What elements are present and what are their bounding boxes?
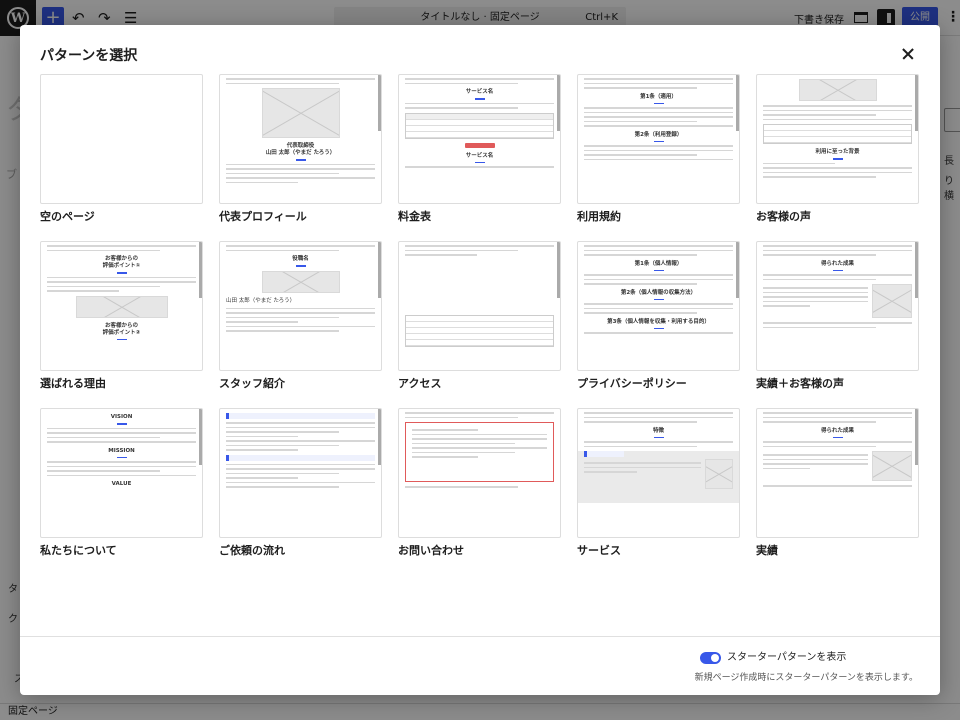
pattern-label: アクセス: [398, 377, 442, 390]
pattern-thumbnail: 得られた成果: [756, 241, 919, 371]
pattern-card-contact[interactable]: お問い合わせ: [398, 408, 561, 563]
pattern-thumbnail: 利用に至った背景: [756, 74, 919, 204]
pattern-label: サービス: [577, 544, 621, 557]
pattern-label: スタッフ紹介: [219, 377, 285, 390]
pattern-label: プライバシーポリシー: [577, 377, 687, 390]
thumb-heading: VALUE: [111, 481, 132, 487]
thumb-heading: お客様からの 評価ポイント②: [102, 322, 141, 336]
pattern-thumbnail: お客様からの 評価ポイント① お客様からの 評価ポイント②: [40, 241, 203, 371]
starter-pattern-help-text: 新規ページ作成時にスターターパターンを表示します。: [694, 673, 918, 683]
thumb-heading: 利用に至った背景: [815, 149, 860, 155]
pattern-card-results[interactable]: 得られた成果 実績: [756, 408, 919, 563]
thumb-heading: サービス名: [465, 89, 494, 95]
image-placeholder: [705, 459, 733, 489]
pattern-card-reasons[interactable]: お客様からの 評価ポイント① お客様からの 評価ポイント② 選ばれる理由: [40, 241, 203, 396]
pattern-label: お問い合わせ: [398, 544, 464, 557]
pattern-thumbnail: [398, 241, 561, 371]
pattern-thumbnail: [40, 74, 203, 204]
pattern-label: 代表プロフィール: [219, 210, 307, 223]
thumb-heading: 第3条（個人情報を収集・利用する目的）: [607, 318, 710, 325]
pattern-thumbnail: VISION MISSION VALUE: [40, 408, 203, 538]
thumb-heading: 代表取締役 山田 太郎（やまだ たろう）: [265, 143, 336, 156]
image-placeholder: [261, 88, 340, 138]
pattern-card-privacy[interactable]: 第1条（個人情報） 第2条（個人情報の収集方法） 第3条（個人情報を収集・利用す…: [577, 241, 740, 396]
image-placeholder: [261, 270, 340, 293]
pattern-grid: 空のページ 代表取締役 山田 太郎（やまだ たろう） 代表プロフィール サービス…: [40, 74, 920, 563]
thumb-heading: 第1条（適用）: [640, 93, 677, 100]
image-placeholder: [872, 284, 912, 318]
image-placeholder: [75, 295, 168, 318]
pattern-label: 利用規約: [577, 210, 621, 223]
pattern-label: 料金表: [398, 210, 431, 223]
pattern-thumbnail: [398, 408, 561, 538]
footer-divider: [20, 636, 940, 637]
thumb-heading: 役職名: [292, 256, 309, 262]
button-placeholder: [464, 142, 495, 148]
pattern-thumbnail: サービス名 サービス名: [398, 74, 561, 204]
pattern-thumbnail: 代表取締役 山田 太郎（やまだ たろう）: [219, 74, 382, 204]
pattern-card-staff[interactable]: 役職名 山田 太郎（やまだ たろう） スタッフ紹介: [219, 241, 382, 396]
starter-pattern-toggle[interactable]: [700, 652, 721, 664]
thumb-heading: お客様からの 評価ポイント①: [102, 256, 141, 269]
pattern-card-about[interactable]: VISION MISSION VALUE 私たちについて: [40, 408, 203, 563]
starter-pattern-toggle-label[interactable]: スターターパターンを表示: [727, 652, 846, 664]
pattern-card-access[interactable]: アクセス: [398, 241, 561, 396]
pattern-label: 実績: [756, 544, 778, 557]
pattern-thumbnail: 特徴: [577, 408, 740, 538]
form-placeholder: [405, 422, 554, 482]
modal-title: パターンを選択: [40, 48, 138, 64]
thumb-heading: 第2条（個人情報の収集方法）: [620, 289, 697, 296]
pattern-thumbnail: 第1条（適用） 第2条（利用登録）: [577, 74, 740, 204]
image-placeholder: [798, 79, 877, 101]
thumb-heading: 第2条（利用登録）: [634, 131, 683, 138]
thumb-heading: 第1条（個人情報）: [634, 260, 683, 267]
pattern-card-voice[interactable]: 利用に至った背景 お客様の声: [756, 74, 919, 229]
pattern-label: 選ばれる理由: [40, 377, 106, 390]
pattern-chooser-modal: パターンを選択 空のページ 代表取締役 山田 太郎（やまだ たろう） 代表プロフ…: [20, 25, 940, 695]
pattern-label: 空のページ: [40, 210, 95, 223]
close-icon[interactable]: [896, 42, 920, 66]
thumb-heading: 得られた成果: [820, 260, 854, 267]
thumb-heading: MISSION: [108, 447, 135, 454]
pattern-label: お客様の声: [756, 210, 811, 223]
thumb-heading: 得られた成果: [820, 427, 854, 434]
pattern-card-service[interactable]: 特徴 サービス: [577, 408, 740, 563]
thumb-heading: サービス名: [465, 152, 494, 159]
image-placeholder: [872, 451, 912, 481]
pattern-label: ご依頼の流れ: [219, 544, 285, 557]
pattern-label: 実績＋お客様の声: [756, 377, 844, 390]
pattern-card-blank[interactable]: 空のページ: [40, 74, 203, 229]
thumb-heading: VISION: [110, 414, 133, 420]
pattern-thumbnail: 得られた成果: [756, 408, 919, 538]
pattern-thumbnail: 第1条（個人情報） 第2条（個人情報の収集方法） 第3条（個人情報を収集・利用す…: [577, 241, 740, 371]
pattern-label: 私たちについて: [40, 544, 117, 557]
pattern-card-results-voice[interactable]: 得られた成果 実績＋お客様の声: [756, 241, 919, 396]
pattern-card-flow[interactable]: ご依頼の流れ: [219, 408, 382, 563]
thumb-subtext: 山田 太郎（やまだ たろう）: [226, 297, 296, 304]
pattern-card-pricing[interactable]: サービス名 サービス名 料金表: [398, 74, 561, 229]
pattern-card-profile[interactable]: 代表取締役 山田 太郎（やまだ たろう） 代表プロフィール: [219, 74, 382, 229]
pattern-thumbnail: 役職名 山田 太郎（やまだ たろう）: [219, 241, 382, 371]
thumb-heading: 特徴: [652, 427, 664, 434]
pattern-thumbnail: [219, 408, 382, 538]
pattern-card-terms[interactable]: 第1条（適用） 第2条（利用登録） 利用規約: [577, 74, 740, 229]
